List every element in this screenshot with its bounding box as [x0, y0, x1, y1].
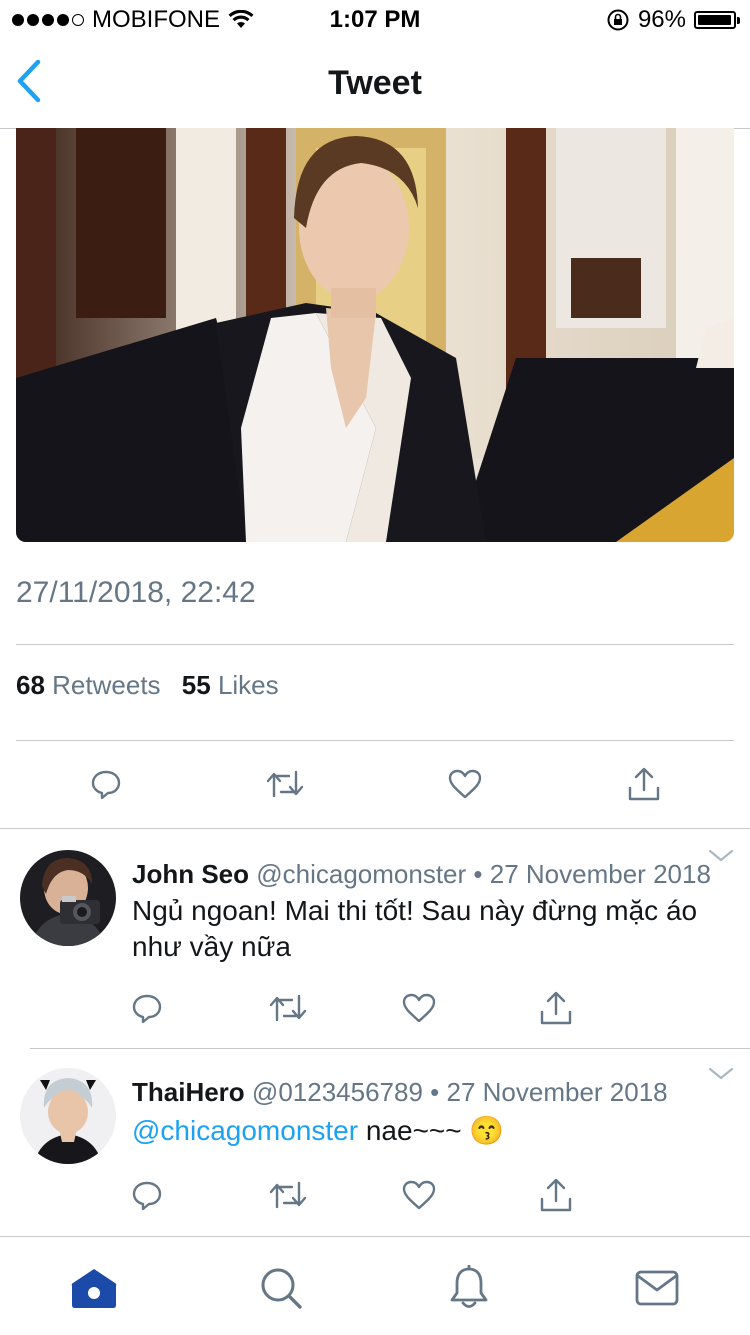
tab-search[interactable]: [256, 1263, 306, 1313]
search-icon: [261, 1268, 302, 1309]
tweet-photo[interactable]: [16, 128, 734, 542]
divider: [16, 740, 734, 741]
reply-button[interactable]: [125, 1173, 169, 1217]
like-icon: [402, 993, 436, 1023]
reply-text-body: nae~~~: [365, 1115, 462, 1146]
reply-button[interactable]: [84, 762, 128, 806]
messages-icon: [635, 1270, 679, 1306]
like-icon: [402, 1180, 436, 1210]
reply-header: John Seo @chicagomonster • 27 November 2…: [132, 859, 711, 890]
retweet-button[interactable]: [263, 762, 307, 806]
reply-author-name[interactable]: ThaiHero: [132, 1077, 245, 1107]
reply-icon: [91, 770, 121, 800]
home-icon: [71, 1269, 117, 1308]
reply-text: @chicagomonster nae~~~ 😙: [132, 1113, 722, 1149]
battery-icon: [694, 11, 740, 29]
lock-rotation-icon: [606, 8, 630, 32]
tab-messages[interactable]: [632, 1263, 682, 1313]
avatar[interactable]: [20, 850, 116, 946]
notifications-icon: [450, 1265, 488, 1308]
kissing-emoji-icon: 😙: [469, 1115, 505, 1146]
chevron-down-icon[interactable]: [708, 1067, 734, 1081]
tab-home[interactable]: [69, 1263, 119, 1313]
reply-date: 27 November 2018: [446, 1077, 668, 1107]
reply-item[interactable]: John Seo @chicagomonster • 27 November 2…: [0, 829, 750, 1049]
reply-handle[interactable]: @0123456789: [252, 1077, 423, 1107]
retweet-button[interactable]: [266, 1173, 310, 1217]
page-title: Tweet: [328, 64, 422, 102]
separator-dot: •: [430, 1077, 440, 1107]
tab-bar: [0, 1236, 750, 1335]
tweet-datetime: 27/11/2018, 22:42: [16, 576, 256, 609]
reply-button[interactable]: [125, 986, 169, 1030]
tweet-actions: [0, 762, 750, 806]
divider: [16, 644, 734, 645]
tweet-stats: 68 Retweets 55 Likes: [16, 670, 279, 701]
like-button[interactable]: [443, 762, 487, 806]
reply-handle[interactable]: @chicagomonster: [256, 859, 466, 889]
reply-author-name[interactable]: John Seo: [132, 859, 249, 889]
retweet-icon: [269, 1181, 307, 1209]
avatar[interactable]: [20, 1068, 116, 1164]
reply-icon: [132, 994, 162, 1024]
separator-dot: •: [473, 859, 483, 889]
retweets-label: Retweets: [52, 670, 161, 700]
reply-header: ThaiHero @0123456789 • 27 November 2018: [132, 1077, 668, 1108]
share-button[interactable]: [534, 986, 578, 1030]
reply-date: 27 November 2018: [489, 859, 711, 889]
share-icon: [540, 991, 572, 1025]
reply-item[interactable]: ThaiHero @0123456789 • 27 November 2018 …: [0, 1049, 750, 1235]
retweets-stat[interactable]: 68 Retweets: [16, 670, 161, 700]
chevron-down-icon[interactable]: [708, 849, 734, 863]
retweet-icon: [266, 770, 304, 798]
reply-text: Ngủ ngoan! Mai thi tốt! Sau này đừng mặc…: [132, 895, 698, 962]
like-button[interactable]: [397, 986, 441, 1030]
like-button[interactable]: [397, 1173, 441, 1217]
reply-icon: [132, 1181, 162, 1211]
share-button[interactable]: [622, 762, 666, 806]
nav-bar: Tweet: [0, 40, 750, 129]
share-icon: [628, 767, 660, 801]
battery-percent: 96%: [637, 6, 686, 33]
retweet-icon: [269, 994, 307, 1022]
retweet-button[interactable]: [266, 986, 310, 1030]
tab-notifications[interactable]: [444, 1263, 494, 1313]
mention-link[interactable]: @chicagomonster: [132, 1115, 358, 1146]
like-icon: [448, 769, 482, 799]
share-button[interactable]: [534, 1173, 578, 1217]
retweets-count: 68: [16, 670, 45, 700]
share-icon: [540, 1178, 572, 1212]
likes-label: Likes: [217, 670, 279, 700]
likes-stat[interactable]: 55 Likes: [182, 670, 279, 700]
likes-count: 55: [181, 670, 211, 700]
status-bar: MOBIFONE 1:07 PM 96%: [0, 0, 750, 40]
